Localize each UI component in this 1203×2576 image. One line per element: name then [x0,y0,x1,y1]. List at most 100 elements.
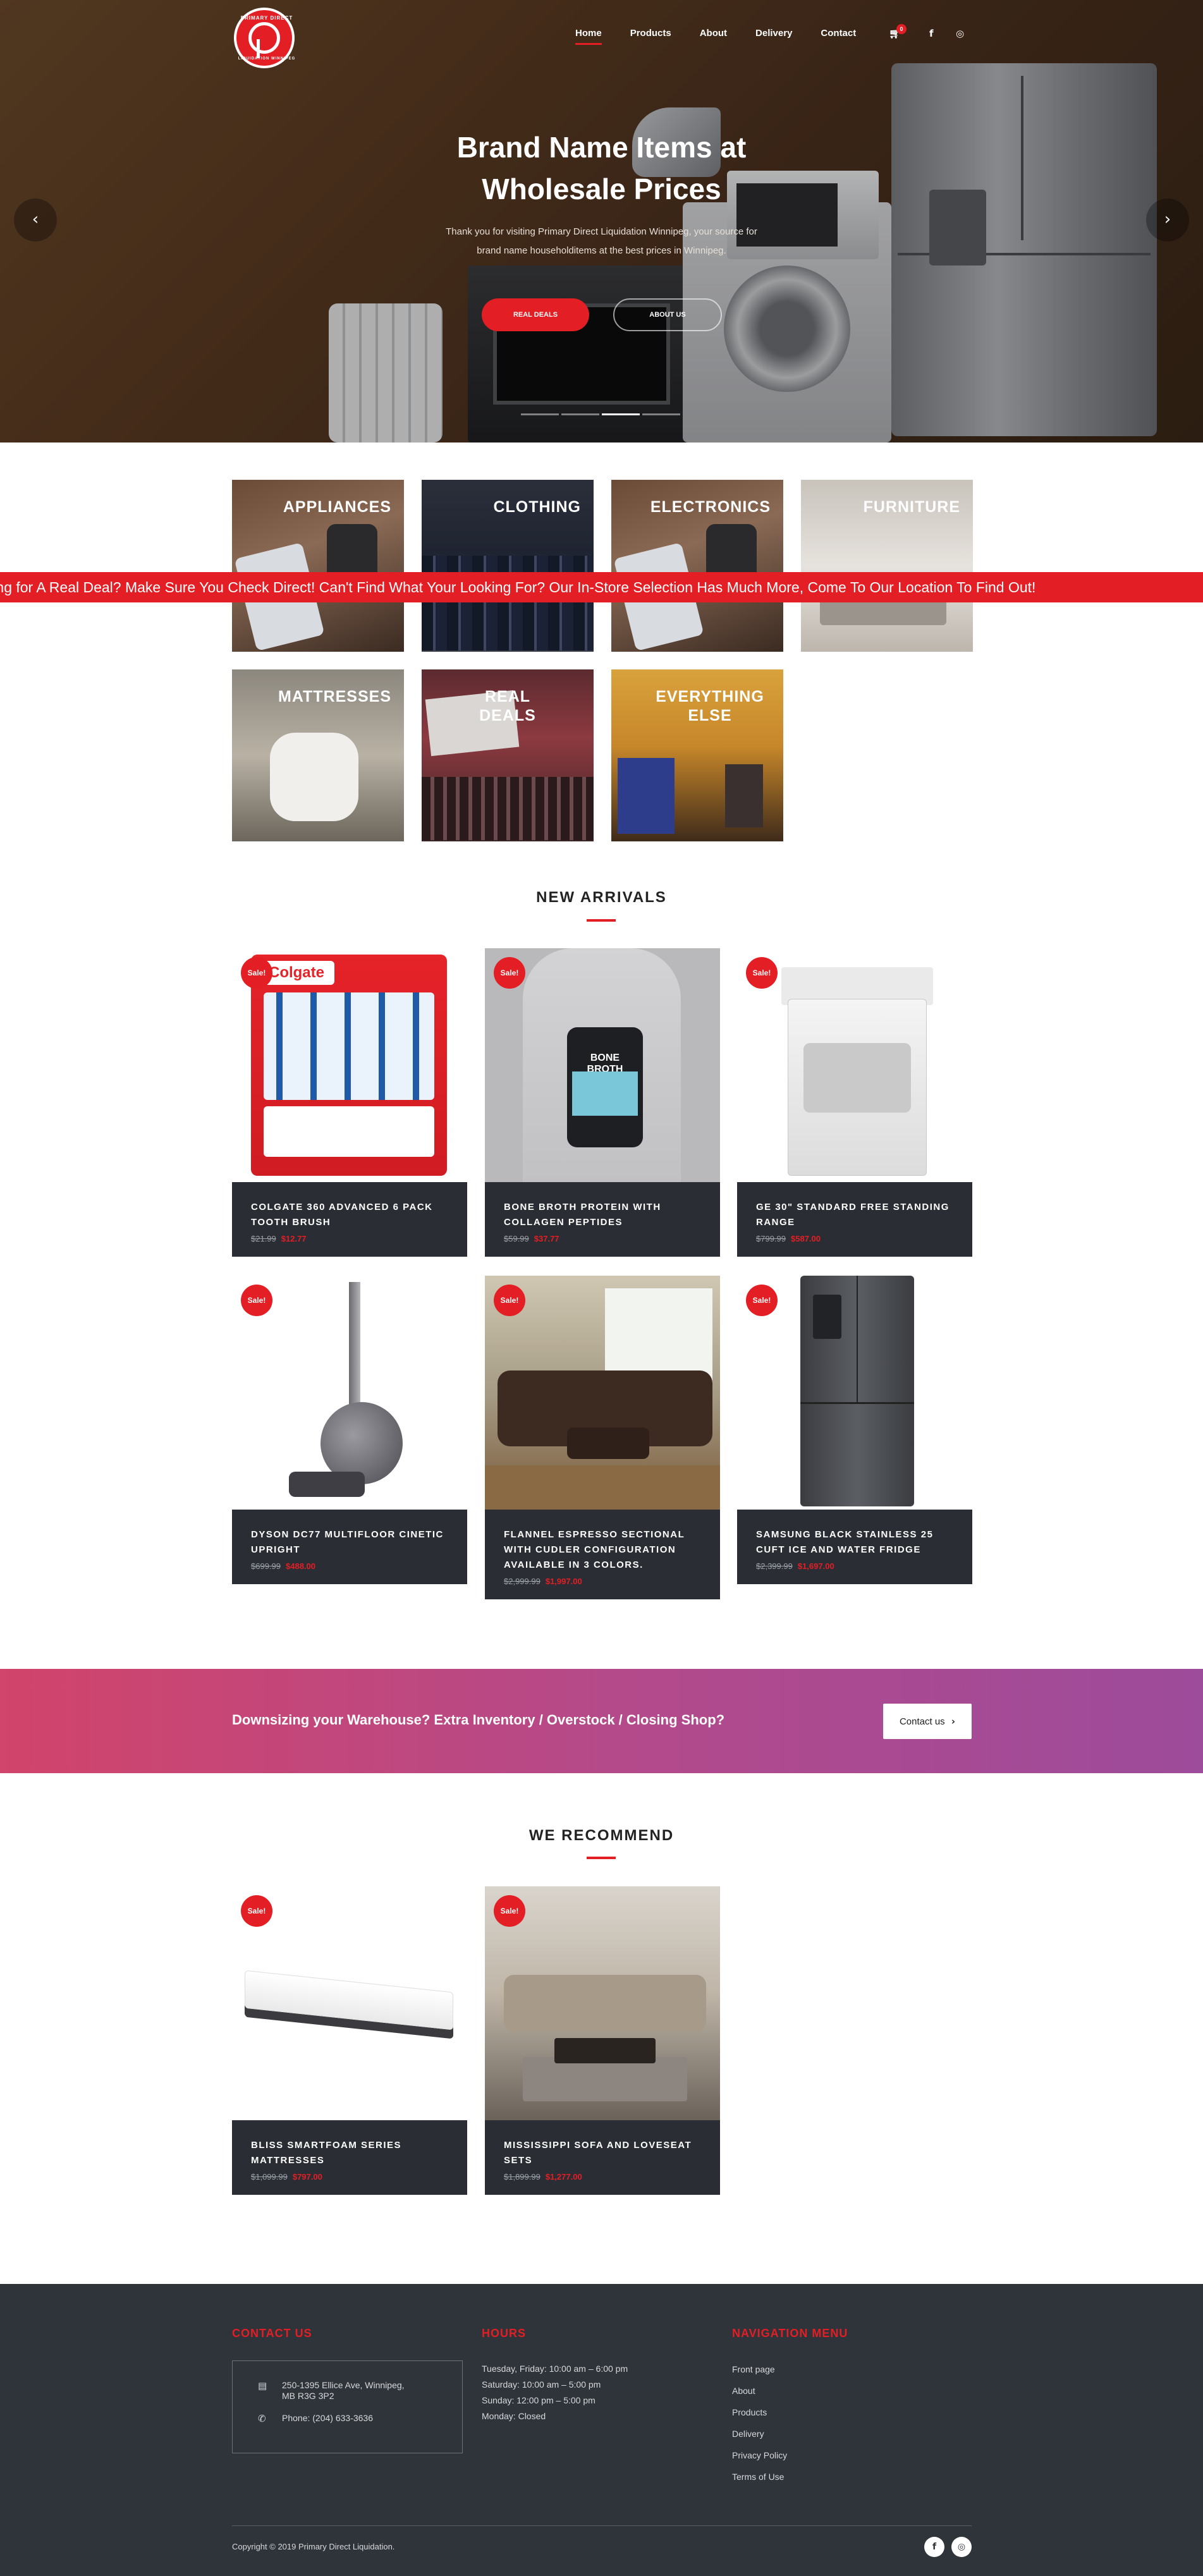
hero-title-line1: Brand Name Items at [456,131,747,164]
logo-text-bottom: LIQUIDATION WINNIPEG [238,57,296,61]
address: 250-1395 Ellice Ave, Winnipeg, MB R3G 3P… [282,2380,405,2402]
category-label: EVERYTHING ELSE [656,688,764,724]
product-info: GE 30" STANDARD FREE STANDING RANGE $799… [737,1182,972,1257]
sale-badge: Sale! [746,957,778,989]
product-name[interactable]: FLANNEL ESPRESSO SECTIONAL WITH CUDLER C… [504,1527,704,1573]
slider-dot[interactable] [561,413,599,415]
sale-badge: Sale! [746,1285,778,1316]
old-price: $59.99 [504,1234,529,1243]
footer-link-terms[interactable]: Terms of Use [732,2466,787,2487]
facebook-icon[interactable]: f [924,2537,944,2557]
nav-products[interactable]: Products [630,28,671,44]
category-furniture[interactable]: FURNITURE [801,480,973,652]
ticker-text: oking for A Real Deal? Make Sure You Che… [0,579,1036,595]
category-label: ELECTRONICS [650,498,771,516]
category-everything-else[interactable]: EVERYTHING ELSE [611,669,783,841]
product-info: SAMSUNG BLACK STAINLESS 25 CUFT ICE AND … [737,1510,972,1584]
hero-subtitle-line2: brand name householditems at the best pr… [477,245,726,256]
new-arrivals-title: NEW ARRIVALS [536,889,667,906]
about-us-button[interactable]: ABOUT US [613,298,722,331]
product-name[interactable]: BONE BROTH PROTEIN WITH COLLAGEN PEPTIDE… [504,1200,704,1230]
category-mattresses[interactable]: MATTRESSES [232,669,404,841]
title-underline [587,919,616,922]
category-label: CLOTHING [493,498,581,516]
site-logo[interactable]: PRIMARY DIRECT LIQUIDATION WINNIPEG [234,8,295,68]
old-price: $1,099.99 [251,2172,288,2182]
product-name[interactable]: DYSON DC77 MULTIFLOOR CINETIC UPRIGHT [251,1527,451,1558]
product-name[interactable]: COLGATE 360 ADVANCED 6 PACK TOOTH BRUSH [251,1200,451,1230]
product-name[interactable]: GE 30" STANDARD FREE STANDING RANGE [756,1200,956,1230]
product-info: BONE BROTH PROTEIN WITH COLLAGEN PEPTIDE… [485,1182,720,1257]
product-info: FLANNEL ESPRESSO SECTIONAL WITH CUDLER C… [485,1510,720,1599]
product-name[interactable]: MISSISSIPPI SOFA AND LOVESEAT SETS [504,2138,704,2168]
product-price: $699.99 $488.00 [251,1561,451,1571]
product-name[interactable]: BLISS SMARTFOAM SERIES MATTRESSES [251,2138,451,2168]
sale-price: $12.77 [281,1234,307,1243]
logo-text-top: PRIMARY DIRECT [240,15,293,21]
instagram-icon[interactable]: ◎ [951,2537,972,2557]
chevron-right-icon[interactable]: › [1146,198,1189,241]
nav-about[interactable]: About [700,28,727,44]
sale-price: $1,697.00 [797,1561,834,1571]
hours-row: Saturday: 10:00 am – 5:00 pm [482,2379,601,2390]
footer-link-about[interactable]: About [732,2380,787,2402]
product-info: MISSISSIPPI SOFA AND LOVESEAT SETS $1,89… [485,2120,720,2195]
old-price: $2,399.99 [756,1561,793,1571]
product-name[interactable]: SAMSUNG BLACK STAINLESS 25 CUFT ICE AND … [756,1527,956,1558]
hours-heading: HOURS [482,2327,527,2340]
slider-dot[interactable] [642,413,680,415]
nav-contact[interactable]: Contact [821,28,856,44]
category-clothing[interactable]: CLOTHING [422,480,594,652]
sale-price: $1,277.00 [545,2172,582,2182]
sale-price: $37.77 [534,1234,559,1243]
real-deals-button[interactable]: REAL DEALS [482,298,589,331]
address-line2: MB R3G 3P2 [282,2391,334,2401]
site-footer: CONTACT US ▤ 250-1395 Ellice Ave, Winnip… [0,2284,1203,2576]
category-label: MATTRESSES [278,688,391,705]
cart-count-badge: 0 [896,24,907,34]
hours-list: Tuesday, Friday: 10:00 am – 6:00 pm Satu… [482,2361,628,2424]
phone-icon: ✆ [258,2413,266,2424]
title-underline [587,1857,616,1859]
footer-link-delivery[interactable]: Delivery [732,2423,787,2445]
contact-box: ▤ 250-1395 Ellice Ave, Winnipeg, MB R3G … [232,2360,463,2453]
sale-badge: Sale! [494,957,525,989]
old-price: $2,999.99 [504,1577,540,1586]
hours-row: Tuesday, Friday: 10:00 am – 6:00 pm [482,2364,628,2374]
footer-menu-heading: NAVIGATION MENU [732,2327,848,2340]
chevron-left-icon[interactable]: ‹ [14,198,57,241]
address-line1: 250-1395 Ellice Ave, Winnipeg, [282,2380,405,2390]
chevron-right-icon: › [951,1716,956,1727]
footer-link-front-page[interactable]: Front page [732,2359,787,2380]
product-price: $2,999.99 $1,997.00 [504,1577,704,1586]
footer-menu: Front page About Products Delivery Priva… [732,2359,787,2487]
footer-link-privacy[interactable]: Privacy Policy [732,2445,787,2466]
nav-home[interactable]: Home [575,28,602,45]
category-real-deals[interactable]: REAL DEALS [422,669,594,841]
slider-dot-active[interactable] [602,413,640,415]
product-info: BLISS SMARTFOAM SERIES MATTRESSES $1,099… [232,2120,467,2195]
page: PRIMARY DIRECT LIQUIDATION WINNIPEG Home… [0,0,1203,2576]
cta-banner: Downsizing your Warehouse? Extra Invento… [0,1669,1203,1773]
sale-price: $797.00 [292,2172,322,2182]
phone-number[interactable]: Phone: (204) 633-3636 [282,2413,373,2424]
nav-delivery[interactable]: Delivery [755,28,792,44]
old-price: $699.99 [251,1561,281,1571]
site-header: PRIMARY DIRECT LIQUIDATION WINNIPEG Home… [0,0,1203,76]
address-row: ▤ 250-1395 Ellice Ave, Winnipeg, MB R3G … [258,2380,405,2402]
product-price: $1,099.99 $797.00 [251,2172,451,2182]
announcement-ticker: oking for A Real Deal? Make Sure You Che… [0,572,1203,602]
slider-dot[interactable] [521,413,559,415]
product-info: COLGATE 360 ADVANCED 6 PACK TOOTH BRUSH … [232,1182,467,1257]
sale-badge: Sale! [494,1895,525,1927]
category-appliances[interactable]: APPLIANCES [232,480,404,652]
category-label: FURNITURE [863,498,960,516]
hours-row: Monday: Closed [482,2411,546,2421]
footer-link-products[interactable]: Products [732,2402,787,2423]
facebook-icon[interactable]: f [929,28,934,39]
instagram-icon[interactable]: ◎ [956,28,964,39]
hero-title-line2: Wholesale Prices [482,173,721,205]
product-info: DYSON DC77 MULTIFLOOR CINETIC UPRIGHT $6… [232,1510,467,1584]
category-electronics[interactable]: ELECTRONICS [611,480,783,652]
contact-us-button[interactable]: Contact us › [883,1704,972,1739]
